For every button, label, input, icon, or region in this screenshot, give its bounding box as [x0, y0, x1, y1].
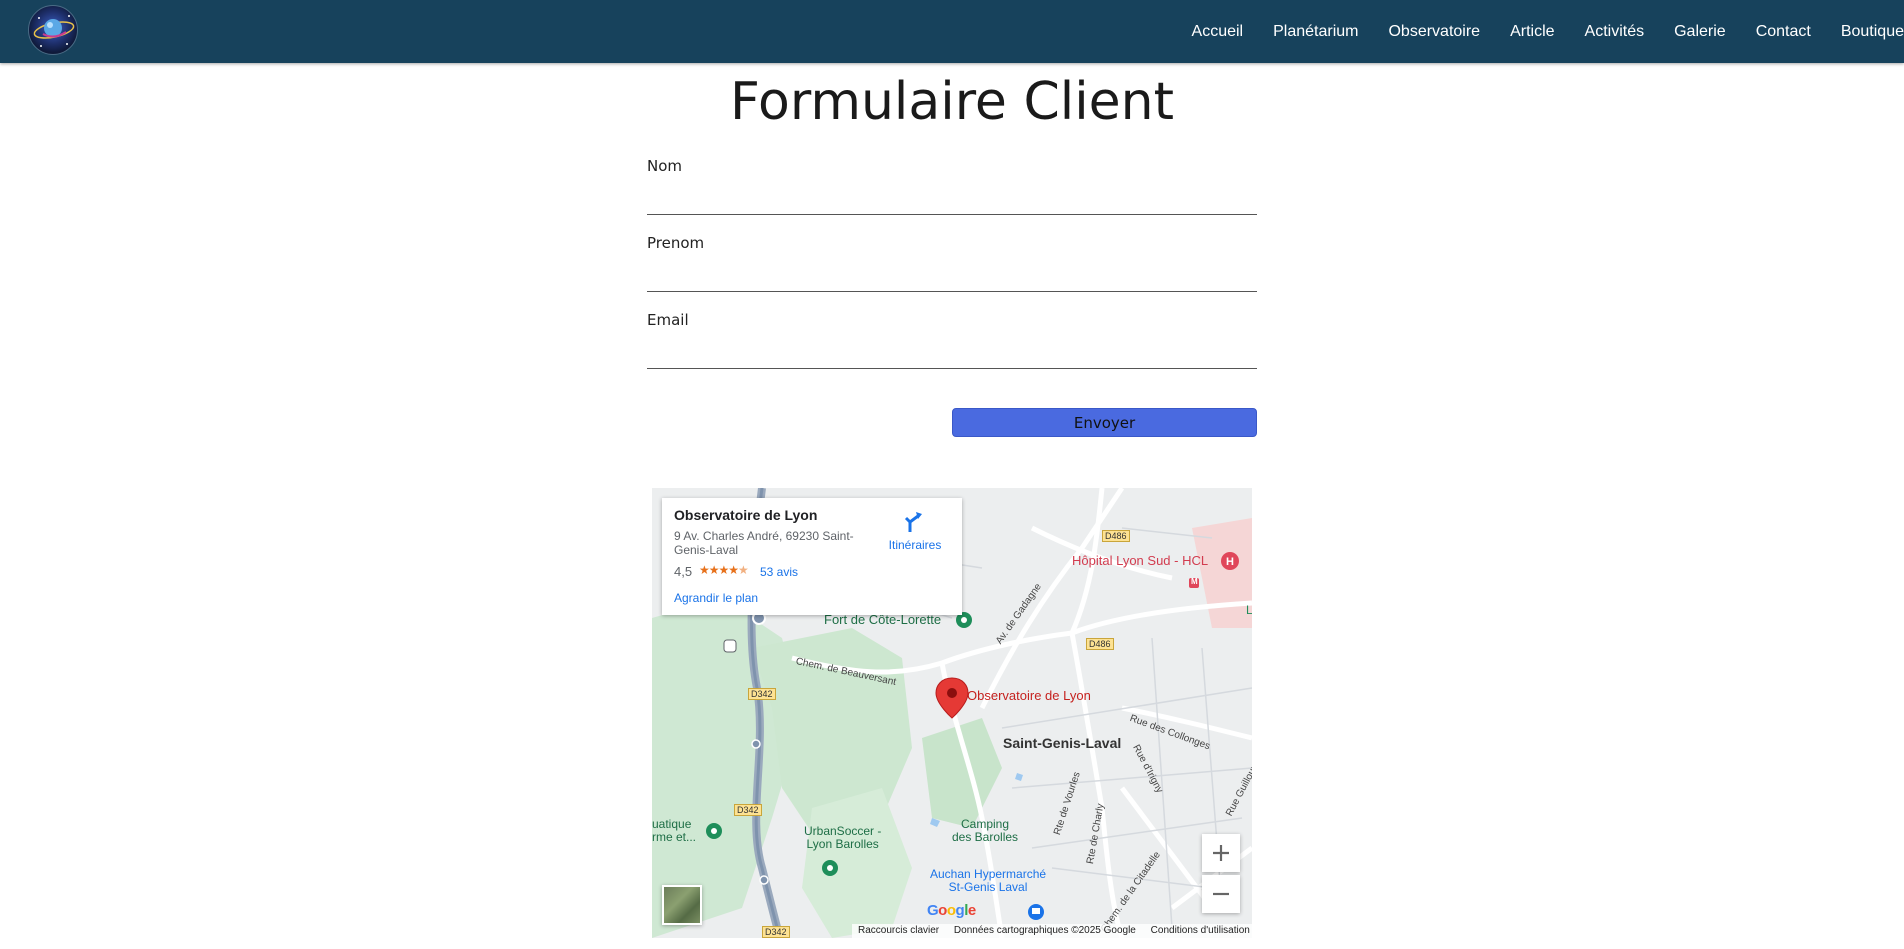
prenom-input[interactable]	[647, 253, 1257, 292]
directions-label: Itinéraires	[888, 538, 942, 552]
google-map-embed[interactable]: H D486 D486 D342 D342 D342 Hôpital Lyon …	[652, 488, 1252, 938]
rating-stars-icon: ★★★★★	[699, 563, 749, 577]
nom-label: Nom	[647, 157, 683, 175]
nav-observatoire[interactable]: Observatoire	[1358, 23, 1480, 41]
minus-icon	[1213, 892, 1229, 896]
road-badge-d342-upper: D342	[748, 688, 776, 700]
terms-of-use-link[interactable]: Conditions d'utilisation	[1151, 925, 1250, 936]
nav-boutique[interactable]: Boutique	[1811, 23, 1904, 41]
nav-contact[interactable]: Contact	[1726, 23, 1811, 41]
nom-input[interactable]	[647, 176, 1257, 215]
plus-icon	[1213, 845, 1229, 861]
nom-field-group: Nom	[647, 156, 1257, 233]
zoom-out-button[interactable]	[1202, 875, 1240, 913]
place-reviews-link[interactable]: 53 avis	[760, 565, 798, 579]
map-label-edge-l: L	[1246, 603, 1252, 617]
page-title: Formulaire Client	[729, 72, 1174, 132]
main-nav: Accueil Planétarium Observatoire Article…	[1162, 0, 1904, 63]
map-label-hospital: Hôpital Lyon Sud - HCL	[1072, 553, 1209, 568]
map-label-aquatique: uatique rme et...	[652, 817, 697, 844]
nav-accueil[interactable]: Accueil	[1162, 23, 1244, 41]
place-address: 9 Av. Charles André, 69230 Saint-Genis-L…	[674, 529, 854, 557]
place-info-card: Observatoire de Lyon 9 Av. Charles André…	[662, 498, 962, 615]
email-input[interactable]	[647, 330, 1257, 369]
email-field-group: Email	[647, 310, 1257, 387]
nav-article[interactable]: Article	[1480, 23, 1554, 41]
road-badge-d342-middle: D342	[734, 804, 762, 816]
map-data-credit: Données cartographiques ©2025 Google	[953, 925, 1136, 936]
map-label-auchan: Auchan Hypermarché St-Genis Laval	[930, 867, 1047, 894]
nav-planetarium[interactable]: Planétarium	[1243, 23, 1358, 41]
road-badge-d486-south: D486	[1086, 638, 1114, 650]
google-logo: Google	[927, 902, 976, 919]
map-label-urbansoccer: UrbanSoccer - Lyon Barolles	[804, 824, 882, 851]
prenom-label: Prenom	[647, 234, 705, 252]
observatory-logo-icon[interactable]	[28, 5, 78, 55]
map-label-camping: Camping des Barolles	[952, 817, 1019, 844]
nav-galerie[interactable]: Galerie	[1644, 23, 1726, 41]
map-label-hospital-m: M	[1191, 577, 1198, 586]
envoyer-button[interactable]: Envoyer	[952, 408, 1257, 437]
svg-text:H: H	[1226, 556, 1234, 568]
map-label-marker: Observatoire de Lyon	[967, 688, 1091, 703]
client-form: Nom Prenom Email	[647, 156, 1257, 387]
directions-icon	[904, 512, 922, 532]
keyboard-shortcuts-link[interactable]: Raccourcis clavier	[858, 925, 939, 936]
place-rating: 4,5	[674, 564, 693, 579]
satellite-layer-toggle[interactable]	[662, 885, 702, 925]
enlarge-map-link[interactable]: Agrandir le plan	[674, 591, 758, 605]
map-attribution: Raccourcis clavier Données cartographiqu…	[852, 924, 1252, 938]
zoom-in-button[interactable]	[1202, 834, 1240, 872]
email-label: Email	[647, 311, 689, 329]
road-badge-d342-lower: D342	[762, 926, 790, 938]
prenom-field-group: Prenom	[647, 233, 1257, 310]
map-label-town: Saint-Genis-Laval	[1003, 735, 1122, 751]
top-navbar: Accueil Planétarium Observatoire Article…	[0, 0, 1904, 63]
road-badge-d486-north: D486	[1102, 530, 1130, 542]
nav-activites[interactable]: Activités	[1555, 23, 1645, 41]
place-name: Observatoire de Lyon	[674, 507, 818, 523]
directions-button[interactable]: Itinéraires	[880, 508, 950, 554]
